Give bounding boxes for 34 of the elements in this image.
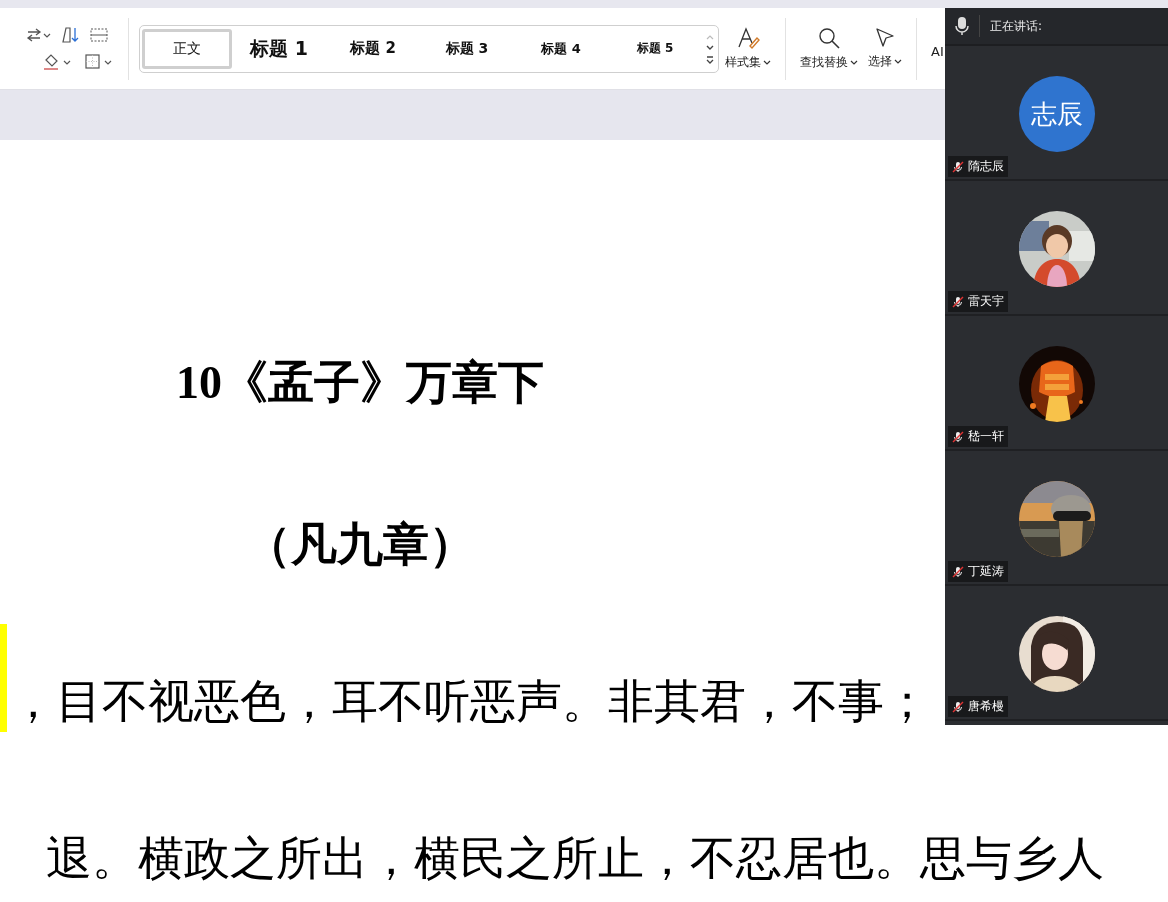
sort-icon[interactable] <box>62 26 80 43</box>
style-option[interactable]: 标题 5 <box>608 28 702 69</box>
body-text: ，目不视恶色，耳不听恶声。非其君，不事； <box>10 675 930 729</box>
fill-color-icon[interactable] <box>42 52 72 71</box>
style-option[interactable]: 标题 2 <box>326 28 420 69</box>
style-option[interactable]: 标题 4 <box>514 28 608 69</box>
caret-icon <box>894 58 902 65</box>
body-text: 退。横政之所出，横民之所止，不忍居也。思与乡人 <box>46 832 1104 886</box>
toolbar-button[interactable]: AI <box>929 34 946 63</box>
toolbar-button[interactable]: 样式集 <box>723 22 773 75</box>
participant-name: 雷天宇 <box>968 293 1004 310</box>
participant-name: 隋志辰 <box>968 158 1004 175</box>
toolbar-button[interactable]: 选择 <box>866 23 904 74</box>
style-option[interactable]: 标题 3 <box>420 28 514 69</box>
swap-arrows-icon[interactable] <box>26 27 52 42</box>
pointer-icon <box>874 27 896 49</box>
microphone-icon[interactable] <box>955 16 969 36</box>
caret-icon <box>763 59 771 66</box>
participant-name: 丁延涛 <box>968 563 1004 580</box>
caret-icon <box>850 59 858 66</box>
participant-name: 嵇一轩 <box>968 428 1004 445</box>
scroll-down-icon[interactable] <box>705 43 715 52</box>
style-option[interactable]: 标题 1 <box>232 28 326 69</box>
participant-name: 唐希槾 <box>968 698 1004 715</box>
document-subtitle: （凡九章） <box>244 518 476 572</box>
search-icon <box>817 26 841 50</box>
speaking-label: 正在讲话: <box>990 17 1043 35</box>
brush-icon <box>736 26 760 50</box>
document-title: 10《孟子》万章下 <box>175 356 545 410</box>
style-option[interactable]: 正文 <box>142 28 232 69</box>
toolbar-button[interactable]: 查找替换 <box>798 22 860 75</box>
avatar: 志辰 <box>1018 76 1095 152</box>
borders-icon[interactable] <box>84 52 114 71</box>
expand-icon[interactable] <box>705 54 715 65</box>
